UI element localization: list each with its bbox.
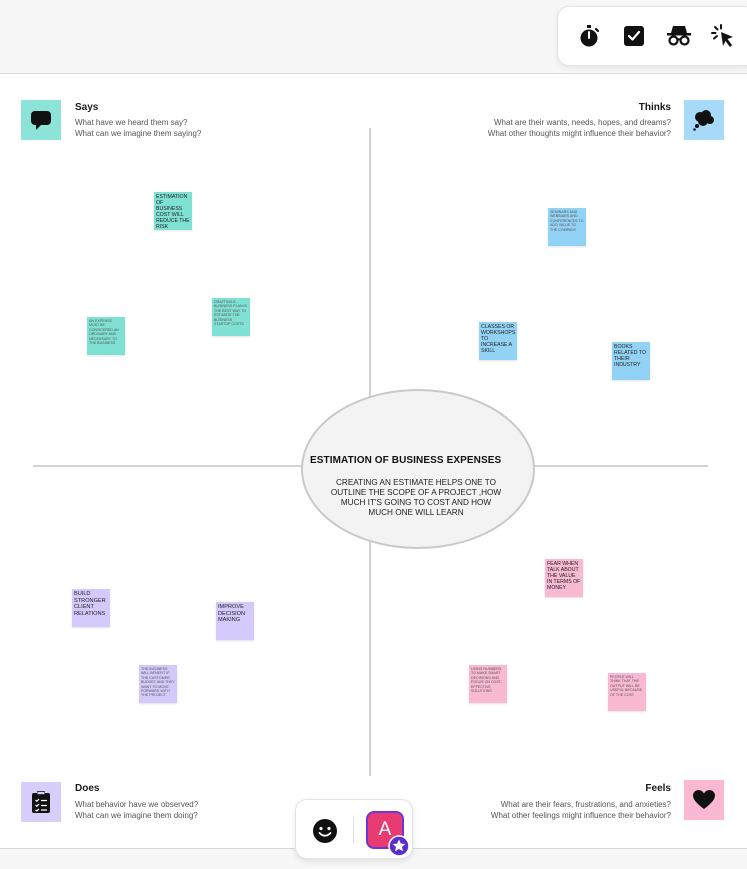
thinks-prompt-2: What other thoughts might influence thei… <box>487 129 671 138</box>
does-prompt-2: What can we imagine them doing? <box>75 811 198 820</box>
center-topic-ellipse[interactable] <box>301 389 535 549</box>
sticky-note-does[interactable]: IMPROVE DECISION MAKING <box>216 602 254 640</box>
thought-bubble-icon <box>684 100 724 140</box>
sticky-note-feels[interactable]: USING NUMBERS TO MAKE SMART DECISIONS AN… <box>469 665 507 703</box>
speech-bubble-icon <box>21 100 61 140</box>
says-title: Says <box>75 102 99 113</box>
toolbar-separator <box>353 817 354 843</box>
incognito-icon[interactable] <box>664 21 694 51</box>
sticky-note-thinks[interactable]: SEMINARS AND WEBINARS AND CONFERENCES TO… <box>548 208 586 246</box>
bottom-toolbar: A <box>295 799 413 859</box>
sticky-note-thinks[interactable]: CLASSES OR WORKSHOPS TO INCREASE A SKILL <box>479 322 517 360</box>
smiley-icon[interactable] <box>312 818 338 844</box>
sticky-note-does[interactable]: THE BUSINESS WILL BENEFIT IF THE CUSTOME… <box>139 665 177 703</box>
thinks-title: Thinks <box>638 102 671 113</box>
sticky-note-says[interactable]: ESTIMATION OF BUSINESS COST WILL REDUCE … <box>154 192 192 230</box>
feels-title: Feels <box>645 783 671 794</box>
heart-icon <box>684 780 724 820</box>
cursor-click-icon[interactable] <box>708 21 738 51</box>
feels-prompt-2: What other feelings might influence thei… <box>490 811 671 820</box>
does-title: Does <box>75 783 100 794</box>
sticky-note-feels[interactable]: PEOPLE WILL THINK THAT THE OUTPUT WILL B… <box>608 673 646 711</box>
center-topic-description: CREATING AN ESTIMATE HELPS ONE TO OUTLIN… <box>330 478 502 517</box>
sticky-note-feels[interactable]: FEAR WHEN TALK ABOUT THE VALUE IN TERMS … <box>545 559 583 597</box>
does-prompt-1: What behavior have we observed? <box>75 800 199 809</box>
empathy-map-canvas[interactable]: Says What have we heard them say? What c… <box>0 0 747 869</box>
says-prompt-2: What can we imagine them saying? <box>75 129 202 138</box>
top-right-toolbar <box>557 6 747 66</box>
sticky-note-thinks[interactable]: BOOKS RELATED TO THEIR INDUSTRY <box>612 342 650 380</box>
clipboard-icon <box>21 782 61 822</box>
says-prompt-1: What have we heard them say? <box>75 118 188 127</box>
center-topic-title: ESTIMATION OF BUSINESS EXPENSES <box>310 455 502 466</box>
timer-icon[interactable] <box>574 21 604 51</box>
sticky-note-says[interactable]: AN EXPENSE MUST BE CONSIDERED AN ORDINAR… <box>87 317 125 355</box>
feels-prompt-1: What are their fears, frustrations, and … <box>500 800 671 809</box>
star-badge-icon <box>388 835 410 857</box>
sticky-note-says[interactable]: DRAFTING A BUSINESS PLAN IS THE BEST WAY… <box>212 298 250 336</box>
thinks-prompt-1: What are their wants, needs, hopes, and … <box>494 118 671 127</box>
checkbox-icon[interactable] <box>619 21 649 51</box>
sticky-note-does[interactable]: BUILD STRONGER CLIENT RELATIONS <box>72 589 110 627</box>
